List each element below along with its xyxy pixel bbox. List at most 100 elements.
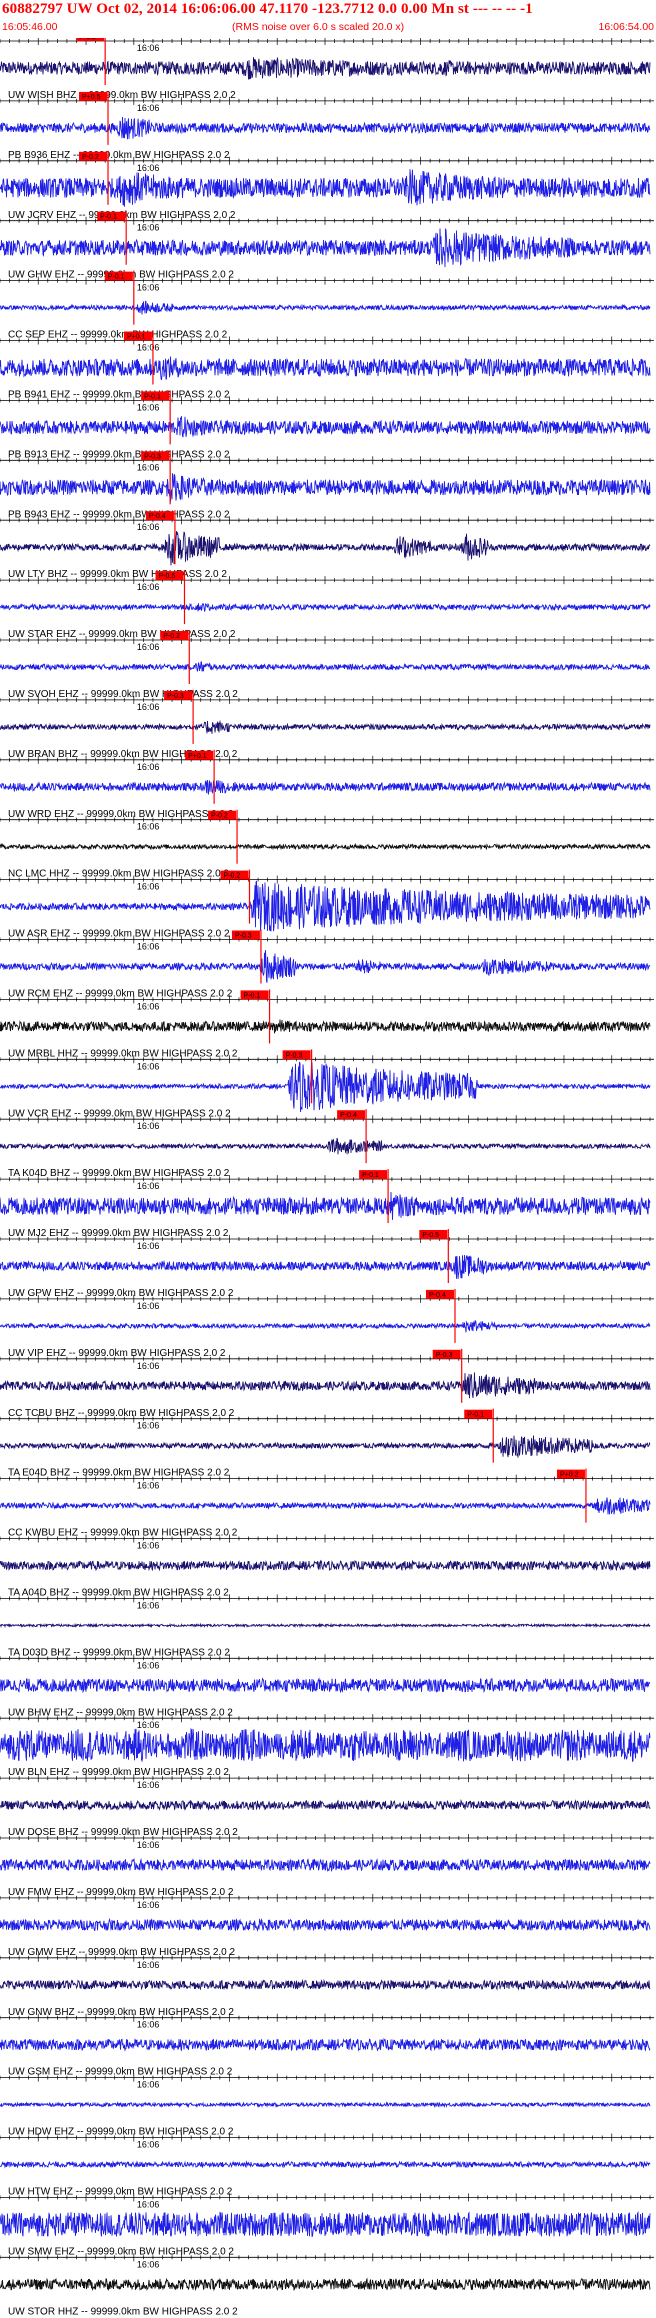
waveform (0, 880, 651, 932)
waveform (0, 356, 651, 381)
station-label: TA K04D BHZ -- 99999.0km BW HIGHPASS 2.0… (8, 1168, 230, 1179)
minute-label: 16:06 (137, 462, 160, 472)
minute-label: 16:06 (137, 1660, 160, 1670)
pick-label: P-0.4 (340, 1112, 357, 1119)
waveform (0, 2160, 651, 2169)
trace-nc-lmc-hhz: 16:06 NC LMC HHZ -- 99999.0km BW HIGHPASS… (0, 809, 654, 880)
minute-label: 16:06 (137, 1900, 160, 1910)
waveform (0, 1727, 651, 1763)
minute-label: 16:06 (137, 1421, 160, 1431)
waveform (0, 2037, 651, 2052)
pick-label: P-0.3 (286, 1052, 303, 1059)
minute-label: 16:06 (137, 1061, 160, 1071)
station-label: UW GSM EHZ -- 99999.0km BW HIGHPASS 2.0 … (8, 2067, 233, 2078)
minute-label: 16:06 (137, 1960, 160, 1970)
trace-uw-vip-ehz: 16:06 UW VIP EHZ -- 99999.0km BW HIGHPASS… (0, 1288, 654, 1359)
minute-label: 16:06 (137, 43, 160, 53)
trace-uw-gmw-ehz: 16:06 UW GMW EHZ -- 99999.0km BW HIGHPASS… (0, 1893, 654, 1958)
minute-label: 16:06 (137, 103, 160, 113)
trace-uw-wrd-ehz: 16:06 UW WRD EHZ -- 99999.0km BW HIGHPASS… (0, 749, 654, 820)
minute-label: 16:06 (137, 1780, 160, 1790)
trace-uw-ghw-ehz: 16:06UW GHW EHZ -- 99999.0km BW HIGHPASS… (0, 210, 654, 281)
station-label: PB B936 EHZ -- 99999.0km BW HIGHPASS 2.0… (8, 150, 230, 161)
minute-label: 16:06 (137, 1301, 160, 1311)
waveform (0, 1559, 651, 1572)
minute-label: 16:06 (137, 2080, 160, 2090)
station-label: UW GPW EHZ -- 99999.0km BW HIGHPASS 2.0 … (8, 1288, 234, 1299)
plot-header: 60882797 UW Oct 02, 2014 16:06:06.00 47.… (0, 0, 656, 38)
station-label: UW MJ2 EHZ -- 99999.0km BW HIGHPASS 2.0 … (8, 1228, 229, 1239)
trace-ta-d03d-bhz: 16:06 TA D03D BHZ -- 99999.0km BW HIGHPAS… (0, 1594, 654, 1658)
waveform (0, 227, 651, 268)
station-label: PB B913 EHZ -- 99999.0km BW HIGHPASS 2.0… (8, 449, 230, 460)
minute-label: 16:06 (137, 223, 160, 233)
minute-label: 16:06 (137, 1181, 160, 1191)
waveform (0, 661, 651, 672)
minute-label: 16:06 (137, 1481, 160, 1491)
pick-label: P-0.3 (436, 1352, 453, 1359)
pick-label: P-0.2 (163, 633, 180, 640)
trace-uw-bhw-ehz: 16:06 UW BHW EHZ -- 99999.0km BW HIGHPASS… (0, 1654, 654, 1718)
minute-label: 16:06 (137, 1840, 160, 1850)
station-label: UW BHW EHZ -- 99999.0km BW HIGHPASS 2.0 … (8, 1707, 233, 1718)
trace-cc-kwbu-ehz: 16:06 CC KWBU EHZ -- 99999.0km BW HIGHPAS… (0, 1468, 654, 1539)
trace-ta-e04d-bhz: 16:06 TA E04D BHZ -- 99999.0km BW HIGHPAS… (0, 1408, 654, 1479)
waveform (0, 842, 651, 851)
waveform (0, 719, 651, 734)
trace-uw-wish-bhz: 16:06 UW WISH BHZ -- 99999.0km BW HIGHPAS… (0, 38, 654, 101)
pick-label: P-0.1 (144, 393, 161, 400)
waveform (0, 1799, 651, 1811)
station-label: UW HDW EHZ -- 99999.0km BW HIGHPASS 2.0 … (8, 2127, 234, 2138)
station-label: UW FMW EHZ -- 99999.0km BW HIGHPASS 2.0 … (8, 1887, 234, 1898)
pick-label: P+0.5 (82, 94, 101, 101)
waveform (0, 1435, 651, 1458)
waveform (0, 531, 651, 566)
station-label: NC LMC HHZ -- 99999.0km BW HIGHPASS 2.0 … (8, 869, 229, 880)
trace-uw-rcm-ehz: 16:06 UW RCM EHZ -- 99999.0km BW HIGHPASS… (0, 929, 654, 1000)
station-label: UW HTW EHZ -- 99999.0km BW HIGHPASS 2.0 … (8, 2187, 233, 2198)
trace-uw-svoh-ehz: 16:06 UW SVOH EHZ -- 99999.0km BW HIGHPAS… (0, 630, 654, 700)
minute-label: 16:06 (137, 1121, 160, 1131)
trace-uw-fmw-ehz: 16:06 UW FMW EHZ -- 99999.0km BW HIGHPASS… (0, 1834, 654, 1898)
station-label: PB B943 EHZ -- 99999.0km BW HIGHPASS 2.0… (8, 509, 230, 520)
minute-label: 16:06 (137, 702, 160, 712)
waveform (0, 1191, 651, 1220)
waveform (0, 416, 651, 438)
pick-label: P-0.5 (158, 573, 175, 580)
waveform (0, 1019, 651, 1034)
waveform (0, 1857, 651, 1872)
waveform (0, 116, 651, 140)
station-label: UW SVOH EHZ -- 99999.0km BW HIGHPASS 2.0… (8, 689, 238, 700)
waveform (0, 1319, 651, 1333)
minute-label: 16:06 (137, 522, 160, 532)
station-label: UW WRD EHZ -- 99999.0km BW HIGHPASS 2.0 … (8, 809, 234, 820)
trace-uw-smw-ehz: 16:06UW SMW EHZ -- 99999.0km BW HIGHPASS… (0, 2193, 654, 2257)
trace-uw-vcr-ehz: 16:06 UW VCR EHZ -- 99999.0km BW HIGHPASS… (0, 1049, 654, 1119)
seismogram-plot: 16:06 UW WISH BHZ -- 99999.0km BW HIGHPAS… (0, 38, 654, 2317)
trace-uw-mj2-ehz: 16:06 UW MJ2 EHZ -- 99999.0km BW HIGHPASS… (0, 1169, 654, 1239)
waveform (0, 473, 651, 502)
station-label: CC KWBU EHZ -- 99999.0km BW HIGHPASS 2.0… (8, 1528, 238, 1539)
station-label: PB B941 EHZ -- 99999.0km BW HIGHPASS 2.0… (8, 390, 230, 401)
trace-uw-gsm-ehz: 16:06 UW GSM EHZ -- 99999.0km BW HIGHPASS… (0, 2013, 654, 2078)
trace-uw-jcrv-ehz: 16:06UW JCRV EHZ -- 99999.0km BW HIGHPAS… (0, 150, 654, 221)
trace-pb-b941-ehz: 16:06 PB B941 EHZ -- 99999.0km BW HIGHPAS… (0, 330, 654, 401)
trace-cc-tcbu-bhz: 16:06CC TCBU BHZ -- 99999.0km BW HIGHPAS… (0, 1348, 654, 1419)
pick-label: P-0.4 (149, 513, 166, 520)
pick-label: P-0.2 (82, 154, 99, 161)
trace-uw-gnw-bhz: 16:06UW GNW BHZ -- 99999.0km BW HIGHPASS… (0, 1953, 654, 2018)
trace-uw-bln-ehz: 16:06 UW BLN EHZ -- 99999.0km BW HIGHPASS… (0, 1714, 654, 1778)
pick-label: P-0.3 (235, 933, 252, 940)
trace-uw-lty-bhz: 16:06 UW LTY BHZ -- 99999.0km BW HIGHPASS… (0, 510, 654, 580)
station-label: UW MRBL HHZ -- 99999.0km BW HIGHPASS 2.0… (8, 1048, 238, 1059)
waveform (0, 1978, 651, 1991)
station-label: UW VCR EHZ -- 99999.0km BW HIGHPASS 2.0 … (8, 1108, 231, 1119)
minute-label: 16:06 (137, 402, 160, 412)
pick-label: P+0.2 (560, 1472, 579, 1479)
station-label: UW STOR HHZ -- 99999.0km BW HIGHPASS 2.0… (8, 2306, 238, 2317)
trace-uw-star-ehz: 16:06 UW STAR EHZ -- 99999.0km BW HIGHPAS… (0, 570, 654, 640)
waveform (0, 300, 651, 315)
station-label: UW STAR EHZ -- 99999.0km BW HIGHPASS 2.0… (8, 629, 236, 640)
waveform (0, 779, 651, 796)
station-label: TA D03D BHZ -- 99999.0km BW HIGHPASS 2.0… (8, 1647, 230, 1658)
